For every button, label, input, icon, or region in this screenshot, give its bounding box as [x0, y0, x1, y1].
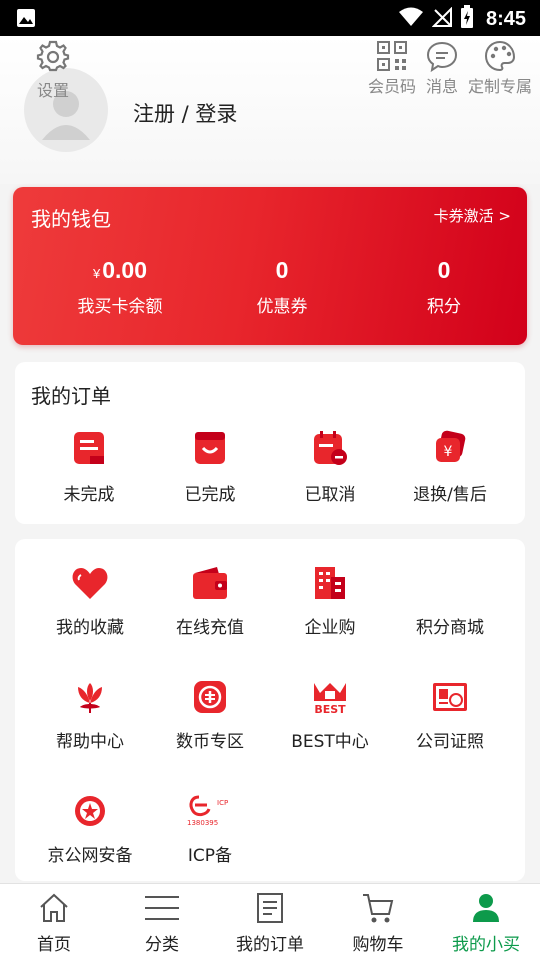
wallet-points[interactable]: 0 积分: [359, 257, 529, 317]
license-icon: [433, 683, 467, 711]
wallet-coupons[interactable]: 0 优惠券: [197, 257, 367, 317]
balance-value: 0.00: [102, 257, 147, 283]
best-crown-icon: BEST: [314, 683, 346, 715]
service-icp-record[interactable]: ICP 1380395 ICP备: [150, 791, 270, 866]
cancelled-order-icon: [314, 431, 347, 465]
wifi-icon: [398, 7, 424, 31]
palette-icon: [484, 40, 515, 72]
bottom-tab-bar: 首页 分类 我的订单 购物车 我的小买: [0, 883, 540, 960]
image-notification-icon: [16, 8, 36, 32]
service-best-center-label: BEST中心: [291, 732, 369, 752]
points-value: 0: [437, 257, 451, 283]
service-company-license-label: 公司证照: [416, 732, 484, 752]
service-police-record-label: 京公网安备: [47, 846, 133, 866]
card-activate-link[interactable]: 卡券激活 >: [434, 205, 511, 226]
list-icon: [145, 896, 179, 920]
service-help[interactable]: 帮助中心: [30, 677, 150, 752]
completed-order-icon: [195, 432, 225, 464]
service-digital-currency-label: 数币专区: [176, 732, 244, 752]
service-points-mall-label: 积分商城: [416, 618, 484, 638]
icp-logo-icon: ICP 1380395: [187, 795, 228, 827]
gear-icon: [36, 40, 70, 72]
tab-profile-label: 我的小买: [452, 935, 520, 955]
customize-button[interactable]: 定制专属: [468, 40, 532, 97]
order-completed-label: 已完成: [184, 485, 236, 505]
best-logo-text: BEST: [314, 703, 346, 715]
tab-home[interactable]: 首页: [0, 892, 108, 955]
service-recharge[interactable]: 在线充值: [150, 563, 270, 638]
status-bar: 8:45: [0, 0, 540, 36]
tab-my-orders[interactable]: 我的订单: [216, 892, 324, 955]
coupons-value: 0: [275, 257, 289, 283]
tab-my-orders-label: 我的订单: [236, 935, 304, 955]
service-favorites-label: 我的收藏: [56, 618, 124, 638]
icp-logo-text: 1380395: [187, 819, 218, 827]
order-pending-label: 未完成: [63, 485, 115, 505]
orders-title: 我的订单: [31, 384, 111, 408]
order-refund-label: 退换/售后: [413, 485, 487, 505]
heart-icon: [72, 568, 108, 599]
clock-time: 8:45: [485, 7, 526, 30]
tab-category-label: 分类: [145, 935, 179, 955]
order-refund[interactable]: ¥ 退换/售后: [400, 428, 500, 505]
wallet-card[interactable]: 我的钱包 卡券激活 > ¥0.00 我买卡余额 0 优惠券 0 积分: [13, 187, 527, 345]
settings-button[interactable]: 设置: [30, 40, 76, 101]
currency-symbol: ¥: [93, 266, 101, 281]
battery-charging-icon: [460, 5, 474, 33]
service-digital-currency[interactable]: 数币专区: [150, 677, 270, 752]
messages-button[interactable]: 消息: [426, 40, 458, 97]
service-points-mall[interactable]: 积分商城: [390, 563, 510, 638]
qrcode-icon: [376, 41, 407, 71]
service-help-label: 帮助中心: [56, 732, 124, 752]
services-card: 我的收藏 在线充值 企业购 积分商城 帮助中心 数币专区 BEST BEST中心…: [15, 539, 525, 881]
customize-label: 定制专属: [467, 77, 532, 96]
building-icon: [315, 567, 345, 599]
order-cancelled[interactable]: 已取消: [280, 428, 380, 505]
register-login-link[interactable]: 注册 / 登录: [133, 98, 237, 128]
home-icon: [40, 893, 68, 922]
icp-logo-small: ICP: [217, 799, 228, 807]
order-completed[interactable]: 已完成: [160, 428, 260, 505]
tab-category[interactable]: 分类: [108, 892, 216, 955]
refund-icon: ¥: [436, 430, 466, 462]
cart-icon: [363, 894, 394, 923]
service-icp-record-label: ICP备: [187, 846, 233, 866]
svg-text:¥: ¥: [444, 444, 453, 460]
header-actions: 会员码 消息 定制专属: [358, 40, 532, 97]
wallet-balance[interactable]: ¥0.00 我买卡余额: [35, 257, 205, 317]
service-best-center[interactable]: BEST BEST中心: [270, 677, 390, 752]
tab-cart[interactable]: 购物车: [324, 892, 432, 955]
document-icon: [257, 893, 283, 923]
flower-icon: [78, 683, 102, 713]
wallet-icon: [193, 567, 227, 599]
orders-card: 我的订单 未完成 已完成 已取消 ¥ 退换/售后: [15, 362, 525, 524]
messages-label: 消息: [425, 77, 458, 96]
service-police-record[interactable]: 京公网安备: [30, 791, 150, 866]
service-recharge-label: 在线充值: [176, 618, 244, 638]
police-emblem-icon: [75, 796, 105, 826]
tab-home-label: 首页: [37, 935, 71, 955]
settings-label: 设置: [36, 81, 69, 100]
member-code-button[interactable]: 会员码: [368, 40, 416, 97]
wallet-title: 我的钱包: [31, 207, 111, 231]
profile-header: 设置 注册 / 登录 会员码 消息 定制专属: [0, 36, 540, 184]
service-company-license[interactable]: 公司证照: [390, 677, 510, 752]
coupons-label: 优惠券: [256, 297, 308, 317]
member-code-label: 会员码: [367, 77, 416, 96]
digital-currency-icon: [194, 681, 226, 713]
points-label: 积分: [427, 297, 461, 317]
pending-order-icon: [74, 432, 104, 464]
service-enterprise[interactable]: 企业购: [270, 563, 390, 638]
no-signal-icon: [431, 6, 452, 31]
tab-cart-label: 购物车: [352, 935, 404, 955]
order-pending[interactable]: 未完成: [39, 428, 139, 505]
order-cancelled-label: 已取消: [304, 485, 356, 505]
service-favorites[interactable]: 我的收藏: [30, 563, 150, 638]
tab-profile[interactable]: 我的小买: [432, 892, 540, 955]
message-icon: [426, 41, 457, 72]
profile-icon: [473, 894, 499, 922]
balance-label: 我买卡余额: [77, 297, 163, 317]
service-enterprise-label: 企业购: [304, 618, 356, 638]
